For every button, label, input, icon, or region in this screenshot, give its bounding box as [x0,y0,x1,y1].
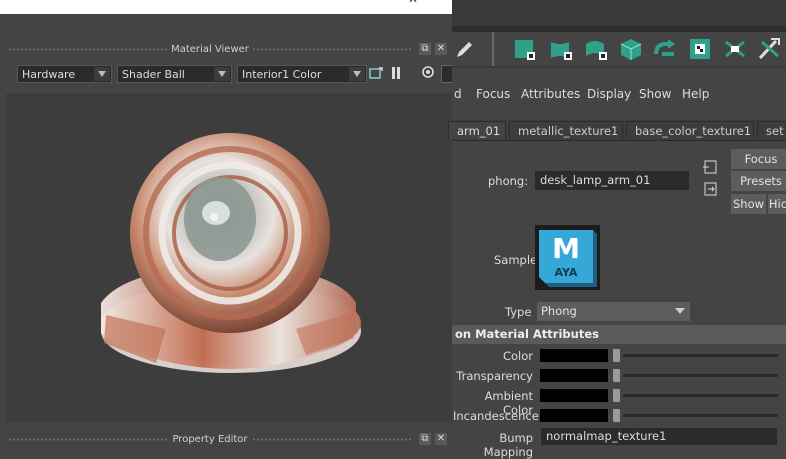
snapshot-icon[interactable] [369,66,383,80]
material-viewer-title: Material Viewer [171,44,249,55]
attr-swatch-incandescence[interactable] [540,409,608,422]
section-header-material-attributes[interactable]: on Material Attributes [452,325,786,344]
slider-track[interactable] [623,374,778,377]
status-strip [452,0,786,26]
bump-mapping-field[interactable]: normalmap_texture1 [541,428,777,445]
property-editor-title: Property Editor [172,434,248,445]
attr-swatch-ambient-color[interactable] [540,389,608,402]
chevron-down-icon [94,67,110,81]
material-sample-swatch: M AYA [535,225,600,290]
grip-dots[interactable] [252,438,412,441]
attr-swatch-color[interactable] [540,349,608,362]
tab-metallic-texture[interactable]: metallic_texture1 [509,121,623,139]
float-panel-icon[interactable]: ⧉ [419,43,431,55]
node-type-label: phong: [488,174,529,188]
close-panel-icon[interactable]: ✕ [435,433,447,445]
menu-item-show[interactable]: Show [639,87,671,101]
shader-ball-render [101,133,361,373]
chevron-down-icon [349,67,365,81]
grip-dots[interactable] [252,48,412,51]
menu-item-attributes[interactable]: Attributes [521,87,580,101]
menu-item-help[interactable]: Help [682,87,709,101]
attr-label-bump-mapping: Bump Mapping [483,431,533,459]
grip-dots[interactable] [8,438,168,441]
pencil-icon[interactable] [452,36,478,62]
poly-cube-icon[interactable] [618,36,644,62]
tab-set[interactable]: set [757,121,786,139]
chevron-down-icon [675,308,685,314]
slider-handle[interactable] [613,409,620,422]
refresh-icon[interactable] [421,65,435,79]
slider-track[interactable] [623,414,778,417]
slider-track[interactable] [623,354,778,357]
geometry-dropdown[interactable]: Shader Ball [117,65,232,83]
renderer-dropdown[interactable]: Hardware [17,65,112,83]
hide-button[interactable]: Hic [768,194,786,214]
attr-label-incandescence: Incandescence [453,409,539,423]
slider-track[interactable] [623,394,778,397]
attr-label-color: Color [502,349,533,363]
attr-swatch-transparency[interactable] [540,369,608,382]
environment-value: Interior1 Color [242,68,322,81]
node-name-field[interactable]: desk_lamp_arm_01 [535,171,689,190]
float-panel-icon[interactable]: ⧉ [419,433,431,445]
slider-handle[interactable] [613,349,620,362]
chevron-down-icon [214,67,230,81]
menu-item-display[interactable]: Display [587,87,631,101]
type-label: Type [505,305,532,319]
shelf-bottom-divider [452,66,786,68]
geometry-value: Shader Ball [122,68,185,81]
presets-button[interactable]: Presets [731,171,786,191]
material-type-value: Phong [541,304,577,318]
shelf-separator [492,32,494,66]
focus-button[interactable]: Focus [731,149,786,169]
checker-x-icon[interactable] [722,36,748,62]
grip-dots[interactable] [8,48,168,51]
desktop-strip [0,0,452,14]
maya-logo-icon: M AYA [539,230,597,287]
close-window-icon[interactable]: ✕ [408,0,418,5]
show-button[interactable]: Show [731,194,766,214]
svg-text:AYA: AYA [555,266,578,279]
pause-icon[interactable] [390,66,402,80]
poly-shell-icon[interactable] [583,36,609,62]
environment-dropdown[interactable]: Interior1 Color [237,65,367,83]
svg-text:M: M [552,232,580,265]
shader-ball-viewport[interactable] [6,93,452,423]
menu-item-focus[interactable]: Focus [476,87,510,101]
status-strip-shadow [452,26,786,32]
sample-label: Sample [494,253,538,267]
tab-base-color-texture[interactable]: base_color_texture1 [626,121,754,139]
renderer-value: Hardware [22,68,76,81]
slider-handle[interactable] [613,369,620,382]
copy-tab-icon[interactable] [702,182,718,196]
poly-cube-select-icon[interactable] [512,36,538,62]
menu-item-edit[interactable]: d [454,87,462,101]
material-type-dropdown[interactable]: Phong [537,302,690,321]
no-tool-icon[interactable] [756,36,782,62]
slider-handle[interactable] [613,389,620,402]
connect-arrows-icon[interactable] [652,36,678,62]
attr-label-transparency: Transparency [456,369,533,383]
close-panel-icon[interactable]: ✕ [435,43,447,55]
poly-half-cylinder-icon[interactable] [548,36,574,62]
tab-arm[interactable]: arm_01 [448,121,506,139]
uv-grid-icon[interactable] [687,36,713,62]
load-attributes-icon[interactable] [702,160,718,174]
